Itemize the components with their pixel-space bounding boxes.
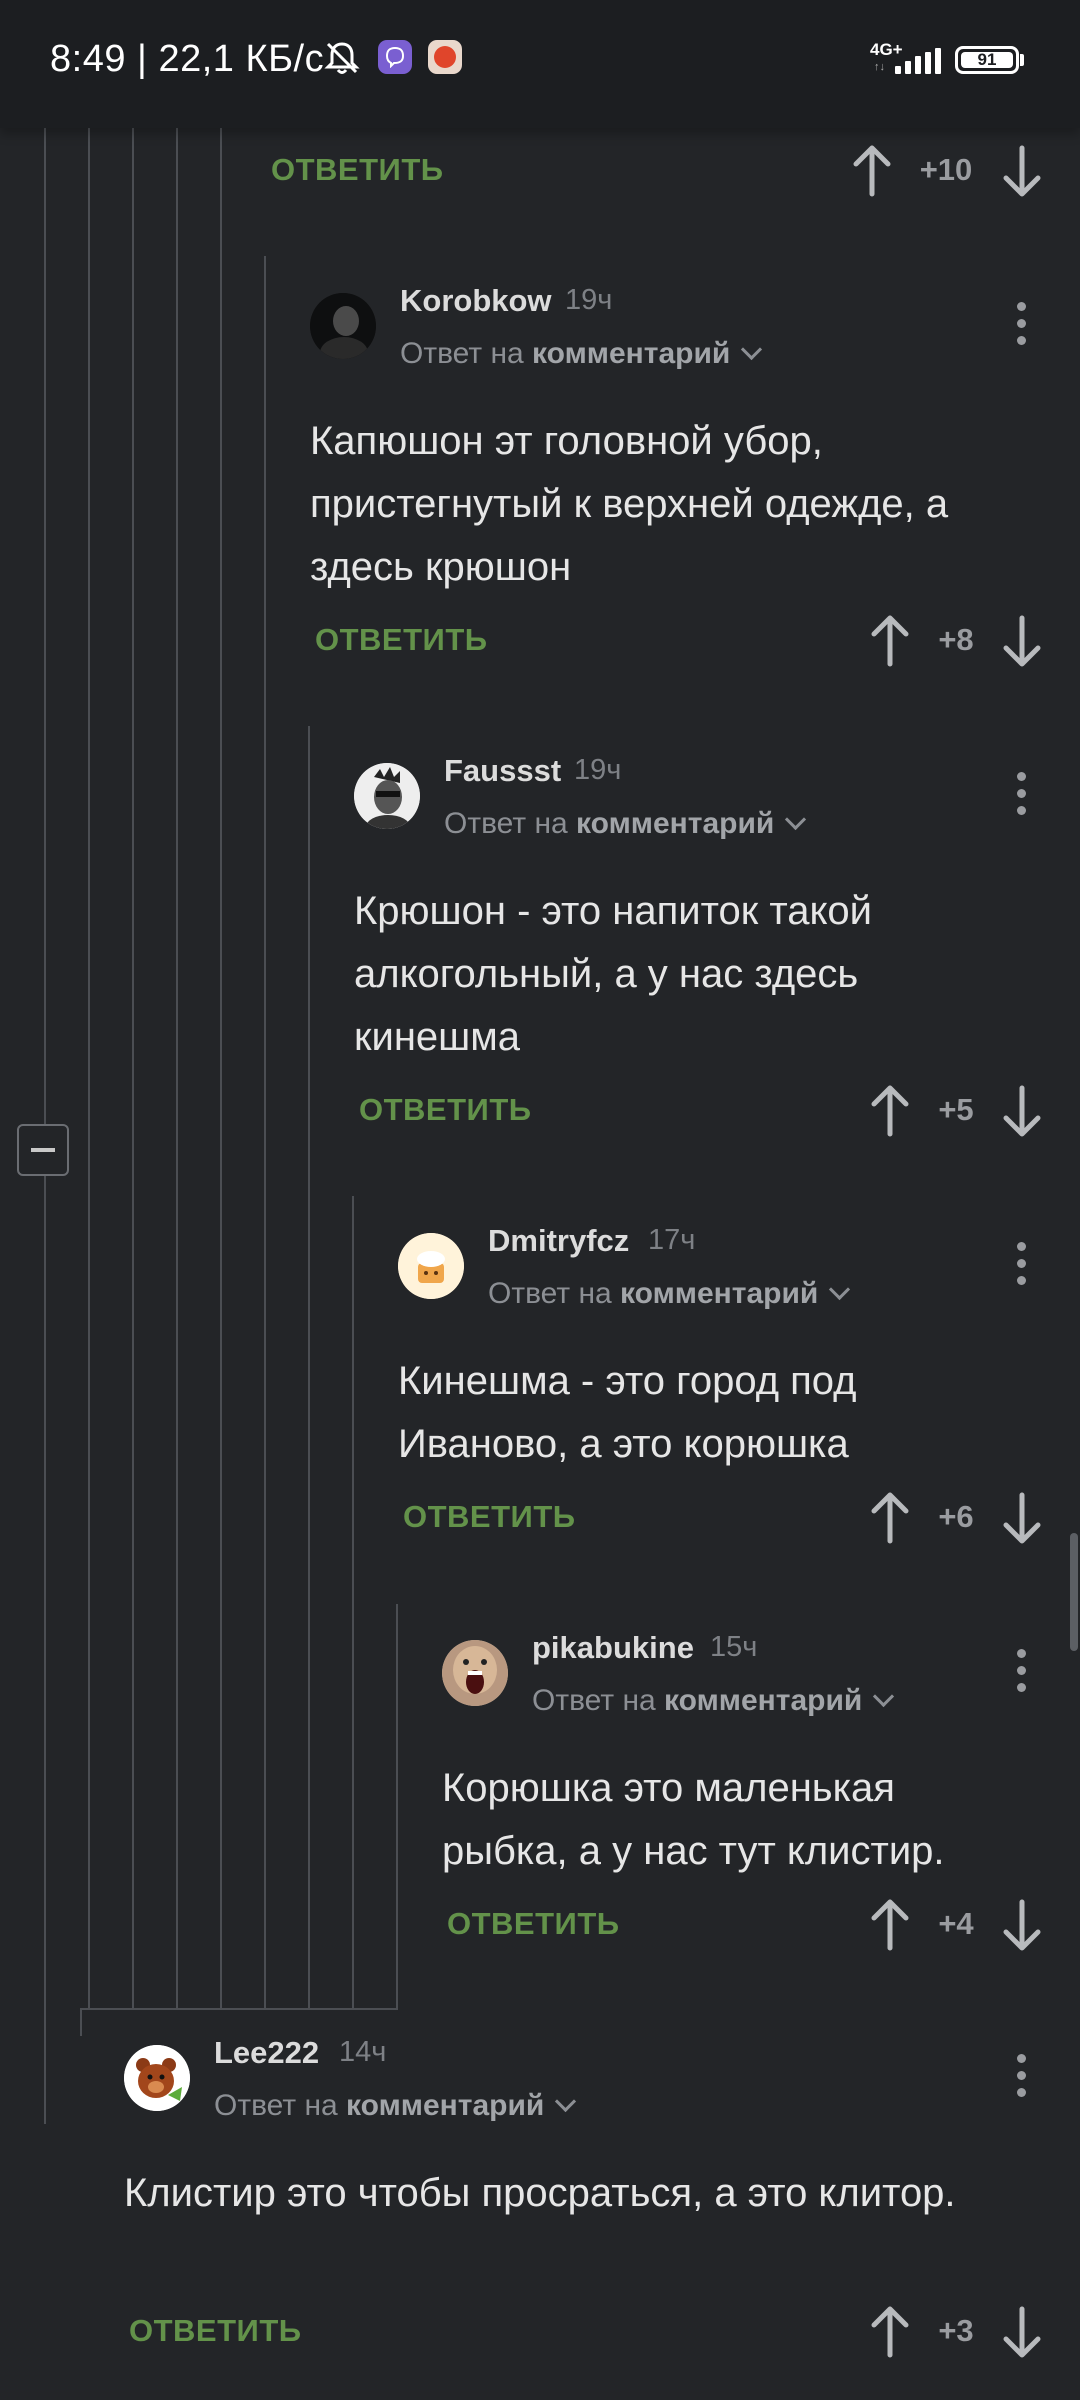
status-time: 8:49 | 22,1 КБ/с	[50, 38, 325, 80]
comment-text: Корюшка это маленькая рыбка, а у нас тут…	[442, 1766, 945, 1873]
chevron-down-icon	[555, 2090, 577, 2113]
battery-icon: 91	[955, 46, 1019, 74]
collapse-button[interactable]	[17, 1124, 69, 1176]
thread-line	[176, 128, 178, 2010]
chevron-down-icon	[785, 808, 807, 831]
thread-line	[396, 1604, 398, 2010]
username[interactable]: Dmitryfcz	[488, 1223, 629, 1259]
comment-text: Капюшон эт головной убор, пристегнутый к…	[310, 419, 949, 589]
arrow-down-icon[interactable]	[1000, 2305, 1044, 2359]
more-vertical-icon[interactable]	[1015, 302, 1027, 346]
reply-link[interactable]: ОТВЕТИТЬ	[315, 622, 488, 658]
thread-line	[352, 1196, 354, 2010]
chevron-down-icon	[741, 338, 763, 361]
arrow-down-icon[interactable]	[1000, 1898, 1044, 1952]
vote-score: +8	[938, 622, 974, 657]
arrow-down-icon[interactable]	[1000, 614, 1044, 668]
reply-to[interactable]: Ответ на комментарий	[214, 2089, 577, 2123]
reply-link[interactable]: ОТВЕТИТЬ	[447, 1906, 620, 1942]
battery-level: 91	[977, 50, 997, 69]
chevron-down-icon	[829, 1278, 851, 1301]
vote-score: +3	[938, 2313, 974, 2348]
arrow-up-icon[interactable]	[868, 1084, 912, 1138]
thread-line	[88, 128, 90, 2010]
tomato-app-icon	[428, 40, 462, 74]
comment-time: 14ч	[339, 2036, 387, 2068]
username[interactable]: Faussst	[444, 753, 561, 789]
more-vertical-icon[interactable]	[1015, 772, 1027, 816]
arrow-down-icon[interactable]	[1000, 1084, 1044, 1138]
mute-bell-icon	[324, 42, 360, 74]
avatar[interactable]	[398, 1233, 464, 1299]
arrow-up-icon[interactable]	[850, 144, 894, 198]
more-vertical-icon[interactable]	[1015, 1242, 1027, 1286]
reply-link[interactable]: ОТВЕТИТЬ	[271, 152, 444, 188]
username[interactable]: Korobkow	[400, 283, 552, 319]
arrow-up-icon[interactable]	[868, 614, 912, 668]
comment-text: Крюшон - это напиток такой алкогольный, …	[354, 889, 873, 1059]
comment-time: 19ч	[565, 284, 613, 316]
avatar[interactable]	[354, 763, 420, 829]
thread-line	[308, 726, 310, 2010]
arrow-up-icon[interactable]	[868, 2305, 912, 2359]
reply-to[interactable]: Ответ на комментарий	[400, 337, 763, 371]
reply-to[interactable]: Ответ на комментарий	[488, 1277, 851, 1311]
avatar[interactable]	[442, 1640, 508, 1706]
avatar[interactable]	[124, 2045, 190, 2111]
viber-icon	[378, 40, 412, 74]
reply-link[interactable]: ОТВЕТИТЬ	[359, 1092, 532, 1128]
more-vertical-icon[interactable]	[1015, 1649, 1027, 1693]
reply-to[interactable]: Ответ на комментарий	[444, 807, 807, 841]
thread-line	[220, 128, 222, 2010]
arrow-down-icon[interactable]	[1000, 144, 1044, 198]
thread-line	[80, 2008, 82, 2036]
comment-time: 15ч	[710, 1631, 758, 1663]
reply-to[interactable]: Ответ на комментарий	[532, 1684, 895, 1718]
comment-text: Кинешма - это город под Иваново, а это к…	[398, 1359, 857, 1466]
avatar[interactable]	[310, 293, 376, 359]
username[interactable]: Lee222	[214, 2035, 319, 2071]
vote-score: +6	[938, 1499, 974, 1534]
collapse-minus-icon	[31, 1148, 55, 1152]
thread-line	[132, 128, 134, 2010]
comment-time: 19ч	[574, 754, 622, 786]
thread-connector	[80, 2008, 398, 2010]
reply-link[interactable]: ОТВЕТИТЬ	[129, 2313, 302, 2349]
arrow-up-icon[interactable]	[868, 1898, 912, 1952]
reply-link[interactable]: ОТВЕТИТЬ	[403, 1499, 576, 1535]
comment-time: 17ч	[648, 1224, 696, 1256]
battery-tip	[1020, 54, 1024, 66]
thread-line	[264, 256, 266, 2010]
arrow-up-icon[interactable]	[868, 1491, 912, 1545]
scrollbar[interactable]	[1070, 1533, 1078, 1651]
username[interactable]: pikabukine	[532, 1630, 694, 1666]
vote-score: +4	[938, 1906, 974, 1941]
vote-score: +5	[938, 1092, 974, 1127]
status-bar: 8:49 | 22,1 КБ/с 4G+ ↑↓ 91	[0, 0, 1080, 128]
vote-score: +10	[919, 152, 973, 187]
chevron-down-icon	[873, 1685, 895, 1708]
comment-text: Клистир это чтобы просраться, а это клит…	[124, 2171, 956, 2215]
arrow-down-icon[interactable]	[1000, 1491, 1044, 1545]
more-vertical-icon[interactable]	[1015, 2054, 1027, 2098]
signal-icon	[895, 48, 943, 74]
